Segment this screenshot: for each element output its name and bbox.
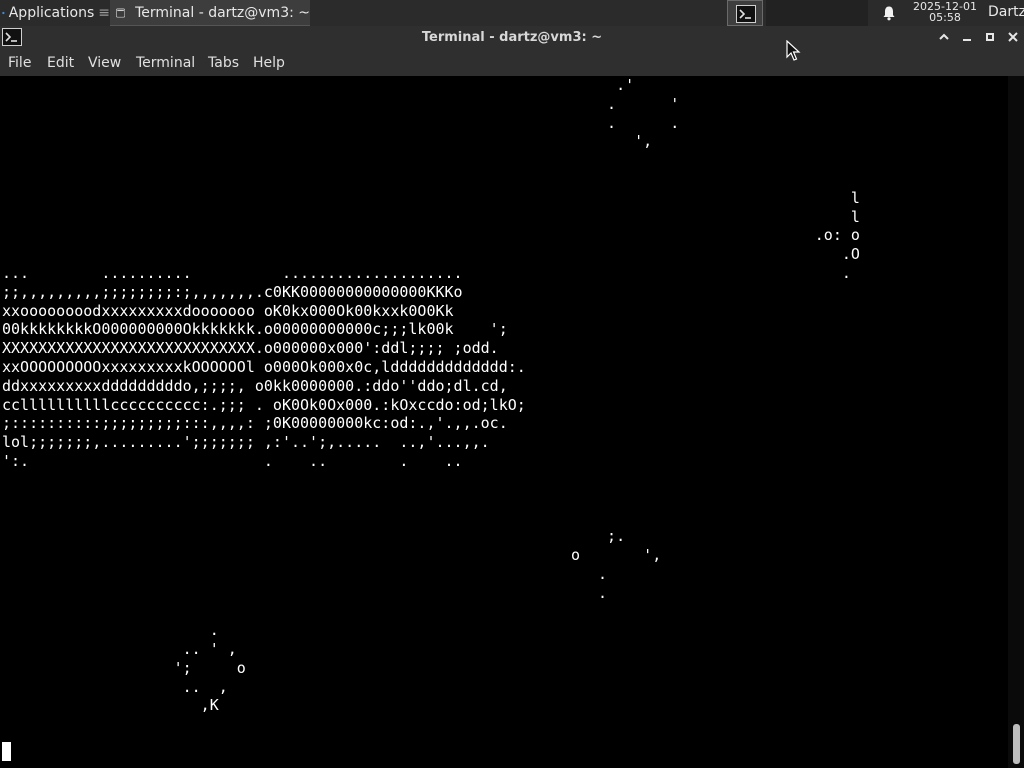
terminal-line: . ' bbox=[2, 94, 680, 113]
xfce-logo-icon bbox=[2, 11, 5, 15]
mouse-pointer-icon bbox=[786, 40, 801, 61]
window-titlebar[interactable]: Terminal - dartz@vm3: ~ bbox=[0, 26, 1024, 50]
bell-icon[interactable] bbox=[881, 5, 897, 21]
minimize-icon[interactable] bbox=[959, 29, 975, 45]
workspace-2-button[interactable] bbox=[766, 0, 802, 26]
terminal-line: ddxxxxxxxxxdddddddddo,;;;;, o0kk0000000.… bbox=[2, 376, 508, 395]
terminal-line: . bbox=[2, 583, 608, 602]
terminal-line: ;;,,,,,,,,,;;;;;;;;:;,,,,,,,.c0KK0000000… bbox=[2, 282, 463, 301]
menu-help[interactable]: Help bbox=[253, 55, 285, 71]
terminal-line: . bbox=[2, 621, 219, 640]
menu-tabs[interactable]: Tabs bbox=[208, 55, 239, 71]
clock-time: 05:58 bbox=[929, 11, 961, 24]
terminal-line: ccllllllllllcccccccccc:.;;; . oK0Ok0Ox00… bbox=[2, 395, 526, 414]
menu-view[interactable]: View bbox=[88, 55, 121, 71]
terminal-line: ,K bbox=[2, 696, 219, 715]
terminal-line: ;. bbox=[2, 527, 626, 546]
window-title: Terminal - dartz@vm3: ~ bbox=[421, 30, 603, 45]
workspace-3-button[interactable] bbox=[799, 0, 835, 26]
terminal-line: l bbox=[2, 188, 860, 207]
terminal-scrollbar[interactable] bbox=[1008, 76, 1024, 768]
terminal-line: . bbox=[2, 564, 608, 583]
scrollbar-thumb[interactable] bbox=[1013, 724, 1020, 764]
applications-separator: ≡ bbox=[98, 5, 110, 21]
top-panel: Applications ≡ Terminal - dartz@vm3: ~ 2… bbox=[0, 0, 1024, 26]
terminal-line: lol;;;;;;;,.........';;;;;;; ,:'..';,...… bbox=[2, 433, 490, 452]
chevron-up-icon[interactable] bbox=[936, 29, 952, 45]
menu-file[interactable]: File bbox=[8, 55, 31, 71]
menu-terminal[interactable]: Terminal bbox=[136, 55, 195, 71]
terminal-line: . . bbox=[2, 113, 680, 132]
terminal-output[interactable]: .' . ' . . ', l l .o: o .O ... .........… bbox=[0, 76, 1008, 768]
terminal-icon bbox=[736, 5, 756, 23]
terminal-line: ;::::::::::;;;;;;;;;:::,,,,: ;0K00000000… bbox=[2, 414, 508, 433]
terminal-text: .' . ' . . ', l l .o: o .O ... .........… bbox=[2, 76, 860, 715]
close-icon[interactable] bbox=[1005, 29, 1021, 45]
terminal-line: l bbox=[2, 207, 860, 226]
taskbar-terminal-button[interactable]: Terminal - dartz@vm3: ~ bbox=[110, 0, 310, 26]
menu-edit[interactable]: Edit bbox=[47, 55, 74, 71]
terminal-cursor bbox=[2, 742, 11, 761]
workspace-1-button[interactable] bbox=[727, 0, 763, 26]
terminal-line: ':. . .. . .. bbox=[2, 451, 463, 470]
terminal-line: '; o bbox=[2, 658, 246, 677]
user-menu[interactable]: Dartz bbox=[988, 4, 1024, 20]
maximize-icon[interactable] bbox=[982, 29, 998, 45]
terminal-line: .O bbox=[2, 245, 860, 264]
terminal-line: ', bbox=[2, 132, 653, 151]
workspace-4-button[interactable] bbox=[832, 0, 868, 26]
terminal-line: .. ' , bbox=[2, 639, 237, 658]
terminal-line: o ', bbox=[2, 545, 662, 564]
terminal-icon bbox=[116, 7, 126, 18]
clock[interactable]: 2025-12-01 05:58 bbox=[908, 1, 982, 23]
terminal-line: 00kkkkkkkkO000000000Okkkkkkk.o0000000000… bbox=[2, 320, 508, 339]
applications-menu-button[interactable]: Applications ≡ bbox=[0, 0, 110, 26]
menu-bar: File Edit View Terminal Tabs Help bbox=[0, 50, 1024, 76]
terminal-line: xxoooooooodxxxxxxxxxdooooooo oK0kx000Ok0… bbox=[2, 301, 454, 320]
terminal-line: ... .......... .................... . bbox=[2, 263, 851, 282]
taskbar-terminal-label: Terminal - dartz@vm3: ~ bbox=[135, 4, 310, 21]
terminal-line: .' bbox=[2, 76, 635, 94]
terminal-line: .o: o bbox=[2, 226, 860, 245]
terminal-line: XXXXXXXXXXXXXXXXXXXXXXXXXXXX.o000000x000… bbox=[2, 339, 499, 358]
terminal-line: .. , bbox=[2, 677, 228, 696]
applications-label: Applications bbox=[8, 5, 95, 21]
terminal-line: xxOOOOOOOOOxxxxxxxxxkOOOOOOl o000Ok000x0… bbox=[2, 357, 526, 376]
